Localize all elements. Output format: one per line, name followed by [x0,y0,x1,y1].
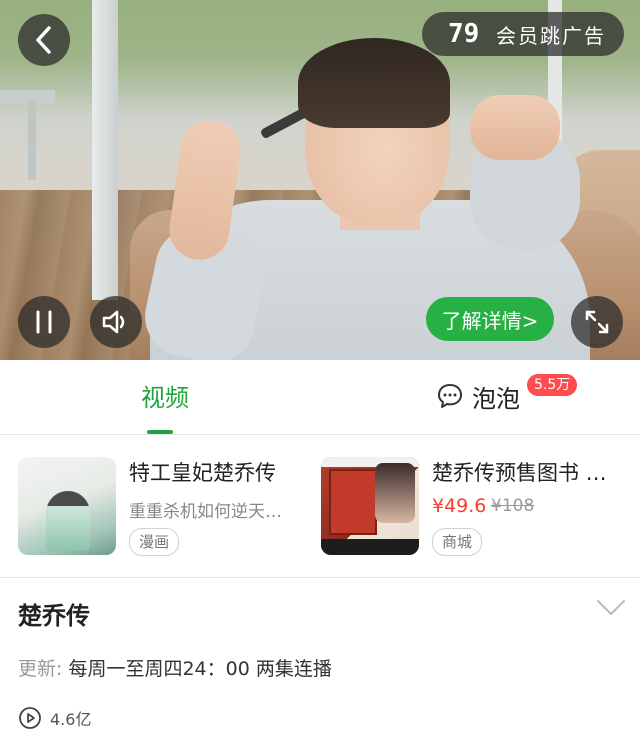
ad-countdown: 79 [448,19,480,49]
comic-thumbnail [18,457,116,555]
volume-icon [102,310,125,334]
book-thumbnail-strip [321,539,419,555]
back-icon [36,26,51,54]
person-hair [298,38,450,128]
book-cover [329,469,377,535]
learn-more-button[interactable]: 了解详情> [426,297,554,341]
card-tag: 漫画 [129,528,180,556]
volume-button[interactable] [90,296,142,348]
show-title: 楚乔传 [18,602,90,630]
person-hand [470,95,560,160]
shop-card[interactable]: 楚乔传预售图书 … ¥49.6 ¥108 商城 [321,457,631,557]
chat-bubble-icon [438,384,462,408]
card-price: ¥49.6 [432,495,487,517]
recommendation-cards: 特工皇妃楚乔传 重重杀机如何逆天… 漫画 楚乔传预售图书 … ¥49.6 ¥10… [0,435,640,578]
show-info: 楚乔传 更新: 每周一至周四24：00 两集连播 4.6亿 [0,578,640,752]
card-original-price: ¥108 [491,496,535,516]
book-portrait [375,463,415,523]
tab-active-indicator [147,430,173,434]
play-count-value: 4.6亿 [50,710,92,729]
card-subtitle: 重重杀机如何逆天… [129,502,282,522]
content-tabs: 视频 泡泡 [0,360,640,435]
tab-bubble[interactable]: 泡泡 [436,376,520,416]
update-label: 更新: [18,658,63,680]
scene-pillar [92,0,118,300]
ad-skip-pill[interactable]: 79 会员跳广告 [422,12,624,56]
play-circle-icon [19,707,41,729]
pause-icon [36,310,52,334]
card-tag: 商城 [432,528,483,556]
ad-skip-label: 会员跳广告 [496,23,606,48]
card-title: 楚乔传预售图书 … [432,461,607,485]
book-thumbnail [321,457,419,555]
update-schedule-text: 每周一至周四24：00 两集连播 [68,658,332,680]
pause-button[interactable] [18,296,70,348]
fullscreen-button[interactable] [571,296,623,348]
bubble-count-badge: 5.5万 [527,374,578,396]
fullscreen-icon [585,310,609,334]
scene-table-leg [28,100,36,180]
tab-video-label: 视频 [141,384,189,412]
play-count: 4.6亿 [18,706,91,730]
back-button[interactable] [18,14,70,66]
video-player[interactable]: 79 会员跳广告 了解详情> [0,0,640,360]
comic-figure [46,491,90,551]
tab-video[interactable]: 视频 [120,360,210,434]
tab-bubble-label: 泡泡 [472,384,520,413]
card-title: 特工皇妃楚乔传 [129,461,276,485]
update-schedule: 更新: 每周一至周四24：00 两集连播 [18,654,332,681]
chevron-down-icon[interactable] [596,598,626,618]
comic-card[interactable]: 特工皇妃楚乔传 重重杀机如何逆天… 漫画 [18,457,308,557]
